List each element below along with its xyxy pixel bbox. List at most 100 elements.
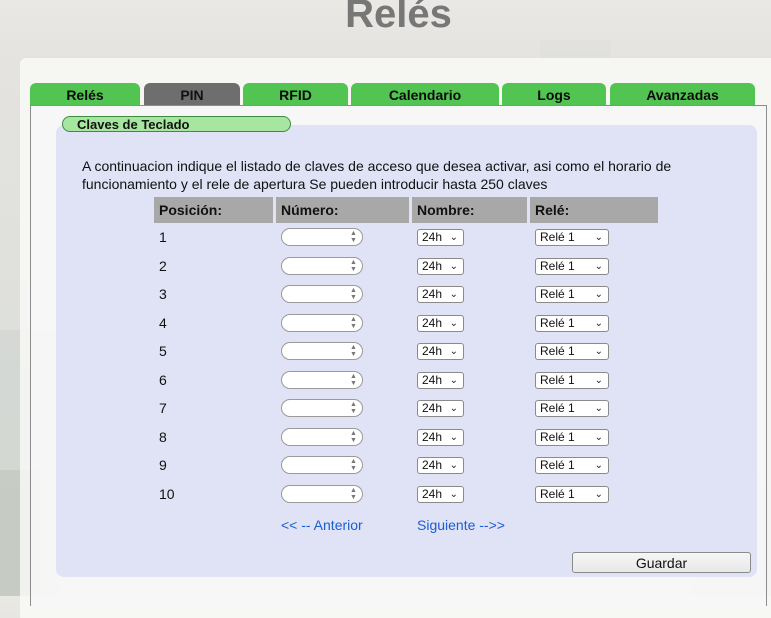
next-link[interactable]: Siguiente -->> [417,517,505,533]
relay-value: Relé 1 [540,401,575,416]
number-field[interactable] [288,345,348,360]
position-cell: 10 [159,485,175,502]
number-field[interactable] [288,288,348,303]
table-header-row: Posición: Número: Nombre: Relé: [154,197,658,223]
spinner-icon[interactable]: ▲ ▼ [349,287,358,301]
schedule-value: 24h [422,486,443,501]
spinner-icon[interactable]: ▲ ▼ [349,373,358,387]
number-input[interactable]: ▲ ▼ [281,228,363,247]
number-field[interactable] [288,487,348,502]
header-name: Nombre: [412,197,527,223]
number-input[interactable]: ▲ ▼ [281,370,363,389]
tab-logs[interactable]: Logs [502,83,606,105]
chevron-down-icon: ⌄ [449,289,458,301]
relay-select[interactable]: Relé 1 ⌄ [535,229,609,247]
schedule-select[interactable]: 24h ⌄ [417,371,464,389]
schedule-cell: 24h ⌄ [412,280,527,309]
number-field[interactable] [288,430,348,445]
relay-value: Relé 1 [540,344,575,359]
chevron-down-icon: ⌄ [594,431,603,443]
relay-cell: Relé 1 ⌄ [530,280,658,309]
number-input[interactable]: ▲ ▼ [281,399,363,418]
schedule-select[interactable]: 24h ⌄ [417,343,464,361]
number-input[interactable]: ▲ ▼ [281,484,363,503]
number-field[interactable] [288,373,348,388]
tab-calendario[interactable]: Calendario [351,83,499,105]
chevron-down-icon: ⌄ [449,260,458,272]
number-cell: ▲ ▼ [276,337,409,366]
number-field[interactable] [288,402,348,417]
save-button[interactable]: Guardar [572,552,751,573]
schedule-select[interactable]: 24h ⌄ [417,400,464,418]
section-label: Claves de Teclado [62,116,291,132]
chevron-down-icon: ⌄ [594,460,603,472]
schedule-select[interactable]: 24h ⌄ [417,286,464,304]
relay-select[interactable]: Relé 1 ⌄ [535,371,609,389]
relay-select[interactable]: Relé 1 ⌄ [535,428,609,446]
relay-select[interactable]: Relé 1 ⌄ [535,286,609,304]
spinner-icon[interactable]: ▲ ▼ [349,316,358,330]
schedule-value: 24h [422,287,443,302]
chevron-down-icon: ⌄ [449,232,458,244]
spinner-icon[interactable]: ▲ ▼ [349,259,358,273]
relay-select[interactable]: Relé 1 ⌄ [535,257,609,275]
number-input[interactable]: ▲ ▼ [281,427,363,446]
spinner-icon[interactable]: ▲ ▼ [349,458,358,472]
chevron-down-icon: ⌄ [594,232,603,244]
schedule-select[interactable]: 24h ⌄ [417,457,464,475]
chevron-down-icon: ⌄ [449,374,458,386]
relay-cell: Relé 1 ⌄ [530,337,658,366]
relay-select[interactable]: Relé 1 ⌄ [535,485,609,503]
number-field[interactable] [288,231,348,246]
tab-rfid[interactable]: RFID [243,83,348,105]
number-cell: ▲ ▼ [276,423,409,452]
relay-select[interactable]: Relé 1 ⌄ [535,400,609,418]
position-cell: 5 [159,343,167,360]
number-field[interactable] [288,316,348,331]
number-input[interactable]: ▲ ▼ [281,342,363,361]
schedule-value: 24h [422,315,443,330]
number-field[interactable] [288,459,348,474]
number-input[interactable]: ▲ ▼ [281,313,363,332]
tab-reles[interactable]: Relés [30,83,140,105]
table-row: 8 ▲ ▼ 24h ⌄ Relé 1 ⌄ [154,423,658,452]
number-input[interactable]: ▲ ▼ [281,456,363,475]
chevron-down-icon: ⌄ [449,403,458,415]
number-input[interactable]: ▲ ▼ [281,285,363,304]
pin-table: Posición: Número: Nombre: Relé: 1 ▲ ▼ 24h ⌄ R… [151,197,661,508]
relay-cell: Relé 1 ⌄ [530,223,658,252]
chevron-down-icon: ⌄ [594,374,603,386]
schedule-select[interactable]: 24h ⌄ [417,229,464,247]
relay-select[interactable]: Relé 1 ⌄ [535,457,609,475]
spinner-icon[interactable]: ▲ ▼ [349,230,358,244]
tab-avanzadas[interactable]: Avanzadas [610,83,755,105]
chevron-down-icon: ⌄ [449,317,458,329]
spinner-icon[interactable]: ▲ ▼ [349,487,358,501]
relay-value: Relé 1 [540,486,575,501]
chevron-down-icon: ⌄ [449,460,458,472]
schedule-select[interactable]: 24h ⌄ [417,314,464,332]
spinner-icon[interactable]: ▲ ▼ [349,430,358,444]
chevron-down-icon: ⌄ [594,260,603,272]
chevron-down-icon: ⌄ [594,488,603,500]
number-field[interactable] [288,259,348,274]
tab-pin[interactable]: PIN [144,83,240,105]
chevron-down-icon: ⌄ [449,346,458,358]
spinner-icon[interactable]: ▲ ▼ [349,401,358,415]
schedule-select[interactable]: 24h ⌄ [417,257,464,275]
number-cell: ▲ ▼ [276,451,409,480]
spinner-icon[interactable]: ▲ ▼ [349,344,358,358]
position-cell: 1 [159,229,167,246]
number-cell: ▲ ▼ [276,223,409,252]
position-cell: 2 [159,257,167,274]
schedule-select[interactable]: 24h ⌄ [417,485,464,503]
table-row: 2 ▲ ▼ 24h ⌄ Relé 1 ⌄ [154,252,658,281]
section-description: A continuacion indique el listado de cla… [82,158,672,192]
relay-select[interactable]: Relé 1 ⌄ [535,314,609,332]
schedule-value: 24h [422,372,443,387]
schedule-select[interactable]: 24h ⌄ [417,428,464,446]
relay-select[interactable]: Relé 1 ⌄ [535,343,609,361]
previous-link[interactable]: << -- Anterior [281,517,363,533]
number-input[interactable]: ▲ ▼ [281,256,363,275]
header-position: Posición: [154,197,273,223]
